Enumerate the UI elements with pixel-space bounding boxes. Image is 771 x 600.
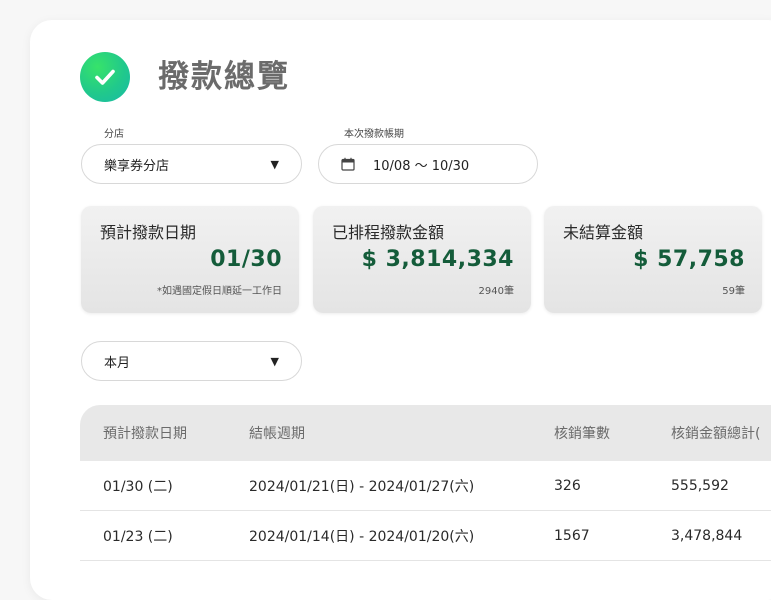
period-date-value: 10/08 ～ 10/30: [373, 158, 470, 174]
table-row[interactable]: 01/23 (二) 2024/01/14(日) - 2024/01/20(六) …: [80, 511, 771, 561]
column-header-total: 核銷金額總計(: [671, 426, 761, 442]
chevron-down-icon: ▼: [270, 157, 279, 171]
branch-select[interactable]: 樂享券分店 ▼: [81, 144, 302, 184]
cell-count: 326: [554, 477, 581, 494]
column-header-expected-date: 預計撥款日期: [103, 426, 187, 442]
table-row[interactable]: 01/30 (二) 2024/01/21(日) - 2024/01/27(六) …: [80, 461, 771, 511]
stat-card-scheduled-amount: 已排程撥款金額 $ 3,814,334 2940筆: [313, 206, 531, 313]
range-select[interactable]: 本月 ▼: [81, 341, 302, 381]
stat-value: $ 57,758: [633, 247, 745, 272]
cell-period: 2024/01/14(日) - 2024/01/20(六): [249, 528, 475, 545]
chevron-down-icon: ▼: [270, 354, 279, 368]
column-header-count: 核銷筆數: [554, 426, 610, 442]
period-date-range[interactable]: 10/08 ～ 10/30: [318, 144, 538, 184]
cell-count: 1567: [554, 527, 590, 544]
period-label: 本次撥款帳期: [344, 129, 404, 140]
range-select-value: 本月: [104, 355, 131, 371]
stat-value: 01/30: [210, 247, 282, 272]
cell-period: 2024/01/21(日) - 2024/01/27(六): [249, 478, 475, 495]
cell-expected-date: 01/23 (二): [103, 528, 173, 545]
stat-label: 已排程撥款金額: [332, 223, 445, 242]
stat-count: 59筆: [722, 286, 745, 297]
stat-card-unsettled-amount: 未結算金額 $ 57,758 59筆: [544, 206, 762, 313]
stat-value: $ 3,814,334: [361, 247, 514, 272]
cell-expected-date: 01/30 (二): [103, 478, 173, 495]
cell-total: 555,592: [671, 477, 729, 494]
calendar-icon: [341, 157, 355, 171]
branch-label: 分店: [104, 129, 124, 140]
stat-note: *如遇國定假日順延一工作日: [157, 286, 282, 297]
page-title: 撥款總覽: [158, 58, 290, 95]
column-header-period: 結帳週期: [249, 426, 305, 442]
table-header: 預計撥款日期 結帳週期 核銷筆數 核銷金額總計(: [80, 405, 771, 461]
stat-card-expected-date: 預計撥款日期 01/30 *如遇國定假日順延一工作日: [81, 206, 299, 313]
stat-count: 2940筆: [478, 286, 514, 297]
cell-total: 3,478,844: [671, 527, 743, 544]
branch-select-value: 樂享券分店: [104, 158, 170, 174]
stat-label: 預計撥款日期: [100, 223, 197, 242]
stat-label: 未結算金額: [563, 223, 644, 242]
overview-card: 撥款總覽 分店 樂享券分店 ▼ 本次撥款帳期 10/08 ～ 10/30 預計撥…: [30, 20, 771, 600]
check-circle-icon: [80, 52, 130, 102]
page-header: 撥款總覽: [80, 52, 290, 102]
payout-table: 預計撥款日期 結帳週期 核銷筆數 核銷金額總計( 01/30 (二) 2024/…: [80, 405, 771, 561]
